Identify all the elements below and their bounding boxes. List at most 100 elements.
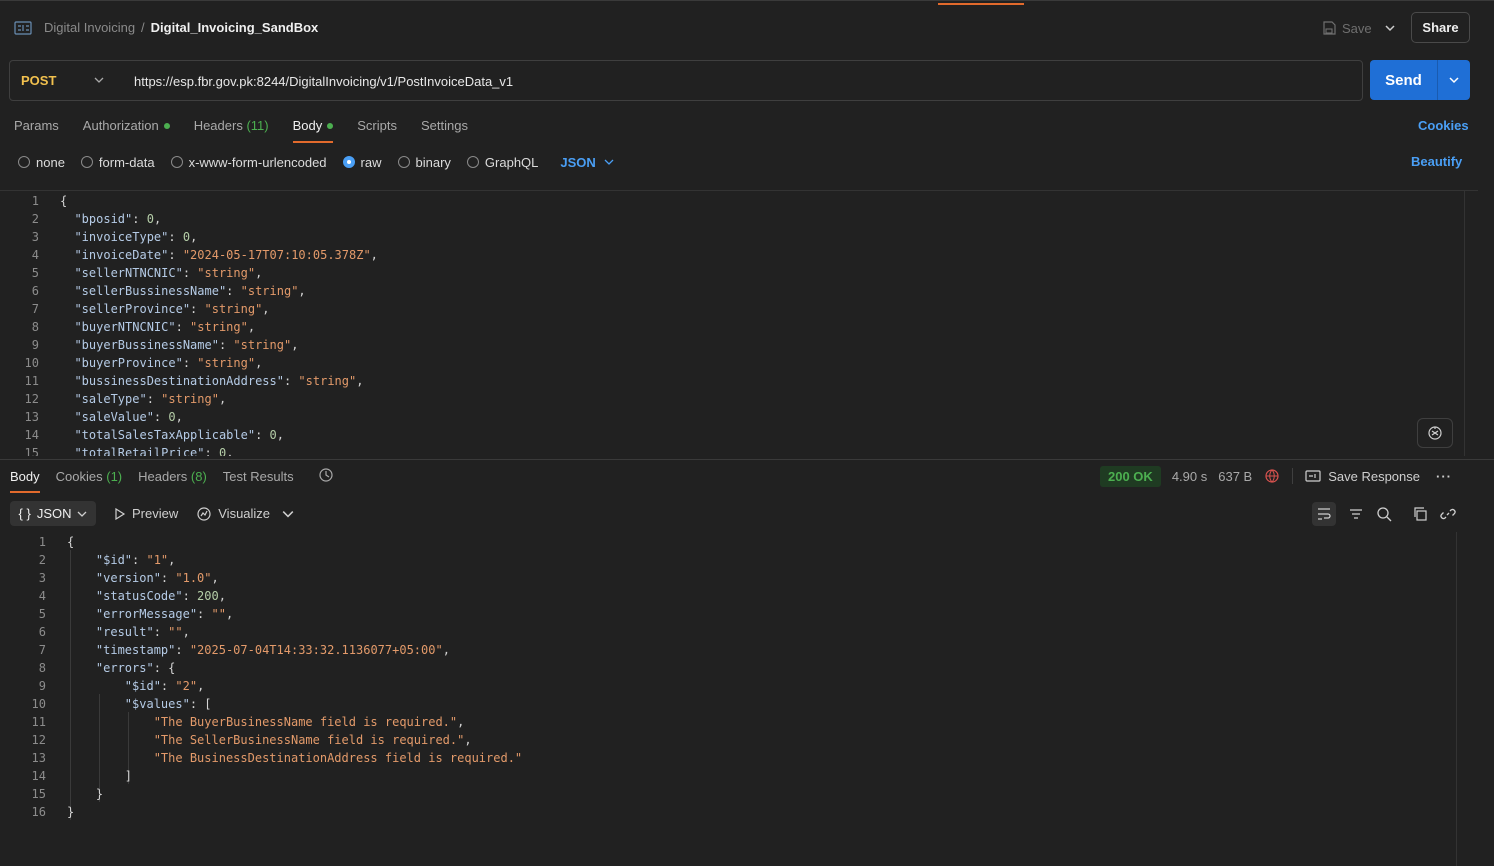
radio-raw[interactable]: raw: [342, 155, 382, 170]
send-options-chevron-icon[interactable]: [1446, 72, 1462, 88]
save-response-button[interactable]: Save Response: [1305, 469, 1420, 484]
code-text: {: [60, 192, 67, 210]
code-token: ,: [255, 356, 263, 370]
fix-body-button[interactable]: [1417, 418, 1453, 448]
radio-urlencoded[interactable]: x-www-form-urlencoded: [170, 155, 327, 170]
filter-button[interactable]: [1344, 502, 1368, 526]
pane-splitter[interactable]: [0, 459, 1494, 460]
tab-headers-count: (11): [246, 118, 269, 133]
tab-settings[interactable]: Settings: [421, 118, 468, 142]
active-tab-indicator: [938, 3, 1024, 5]
code-token: ]: [67, 769, 133, 783]
body-format-select[interactable]: JSON: [560, 155, 614, 170]
code-line: 8 "buyerNTNCNIC": "string",: [0, 318, 1460, 336]
code-line: 10 "buyerProvince": "string",: [0, 354, 1460, 372]
code-token: ,: [168, 553, 176, 567]
code-text: "buyerProvince": "string",: [60, 354, 262, 372]
code-line: 4 "invoiceDate": "2024-05-17T07:10:05.37…: [0, 246, 1460, 264]
radio-form-data[interactable]: form-data: [80, 155, 155, 170]
radio-none[interactable]: none: [18, 155, 65, 170]
network-globe-icon[interactable]: [1264, 468, 1280, 484]
tab-params[interactable]: Params: [14, 118, 59, 142]
code-line: 16}: [0, 803, 1460, 821]
response-scrollbar-track[interactable]: [1456, 532, 1457, 866]
breadcrumb-request-name[interactable]: Digital_Invoicing_SandBox: [151, 20, 319, 35]
code-text: "totalSalesTaxApplicable": 0,: [60, 426, 284, 444]
code-token: : {: [153, 661, 176, 675]
code-text: "buyerBussinessName": "string",: [60, 336, 298, 354]
code-token: "sellerNTNCNIC": [60, 266, 183, 280]
code-text: ]: [67, 767, 132, 785]
cookies-link[interactable]: Cookies: [1418, 118, 1469, 133]
more-options-icon[interactable]: ···: [1436, 469, 1452, 484]
tab-response-headers[interactable]: Headers (8): [138, 469, 207, 492]
save-options-chevron-icon[interactable]: [1382, 20, 1398, 36]
share-button[interactable]: Share: [1411, 12, 1470, 43]
code-token: ,: [175, 410, 183, 424]
request-body-editor[interactable]: 1{2 "bposid": 0, 3 "invoiceType": 0, 4 "in…: [0, 190, 1478, 456]
code-token: "The SellerBusinessName field is require…: [67, 733, 465, 747]
send-button[interactable]: Send: [1370, 60, 1437, 100]
chevron-down-icon[interactable]: [282, 508, 294, 520]
response-body-viewer[interactable]: 1{2 "$id": "1", 3 "version": "1.0", 4 "sta…: [0, 532, 1470, 866]
response-status-bar: 200 OK 4.90 s 637 B Save Response ···: [1100, 465, 1452, 487]
tab-scripts[interactable]: Scripts: [357, 118, 397, 142]
copy-button[interactable]: [1408, 502, 1432, 526]
wrap-lines-button[interactable]: [1312, 501, 1336, 526]
request-tabs: Params Authorization Headers (11) Body S…: [14, 118, 492, 143]
code-token: "buyerBussinessName": [60, 338, 219, 352]
search-button[interactable]: [1372, 502, 1396, 526]
line-number: 9: [38, 679, 46, 693]
tab-body[interactable]: Body: [292, 118, 334, 143]
code-text: "result": "",: [67, 623, 190, 641]
history-icon[interactable]: [318, 467, 334, 483]
radio-circle: [170, 156, 183, 168]
url-bar: POST: [9, 60, 1363, 101]
code-text: "The BusinessDestinationAddress field is…: [67, 749, 522, 767]
method-select[interactable]: POST: [10, 61, 120, 100]
editor-scrollbar-track[interactable]: [1464, 191, 1465, 456]
breadcrumb-workspace[interactable]: Digital Invoicing: [44, 20, 135, 35]
code-text: "The SellerBusinessName field is require…: [67, 731, 472, 749]
method-label: POST: [21, 73, 57, 88]
code-token: "errorMessage": [67, 607, 198, 621]
save-button[interactable]: Save: [1322, 18, 1372, 38]
link-button[interactable]: [1436, 502, 1460, 526]
code-line: 7 "timestamp": "2025-07-04T14:33:32.1136…: [0, 641, 1460, 659]
response-format-select[interactable]: { } JSON: [10, 501, 96, 526]
tab-response-cookies[interactable]: Cookies (1): [56, 469, 122, 492]
preview-button[interactable]: Preview: [114, 506, 178, 521]
tab-headers[interactable]: Headers (11): [194, 118, 269, 142]
code-token: :: [160, 571, 176, 585]
tab-response-body[interactable]: Body: [10, 469, 40, 493]
visualize-button[interactable]: Visualize: [196, 506, 270, 522]
code-token: "2025-07-04T14:33:32.1136077+05:00": [189, 643, 443, 657]
code-token: "string": [298, 374, 357, 388]
response-time[interactable]: 4.90 s: [1172, 469, 1207, 484]
status-badge[interactable]: 200 OK: [1100, 465, 1161, 487]
code-text: "errors": {: [67, 659, 176, 677]
code-line: 12 "saleType": "string",: [0, 390, 1460, 408]
tab-cookies-label: Cookies: [55, 469, 103, 484]
bug-icon: [1428, 426, 1442, 440]
save-icon: [1323, 21, 1336, 35]
code-token: ,: [356, 374, 364, 388]
code-token: "string": [190, 320, 248, 334]
line-number: 8: [31, 320, 39, 334]
radio-binary[interactable]: binary: [397, 155, 451, 170]
http-request-icon: [14, 21, 32, 35]
radio-graphql[interactable]: GraphQL: [466, 155, 538, 170]
beautify-button[interactable]: Beautify: [1411, 154, 1462, 169]
code-token: "string": [161, 392, 219, 406]
response-actions: [1308, 501, 1460, 526]
tab-test-results[interactable]: Test Results: [223, 469, 294, 492]
url-input[interactable]: [134, 71, 1334, 91]
line-number: 6: [38, 625, 46, 639]
save-label: Save: [1342, 20, 1372, 36]
code-token: :: [175, 320, 191, 334]
code-text: "saleValue": 0,: [60, 408, 183, 426]
response-size[interactable]: 637 B: [1218, 469, 1252, 484]
line-number: 12: [24, 392, 39, 406]
code-token: {: [60, 194, 68, 208]
tab-authorization[interactable]: Authorization: [83, 118, 170, 142]
